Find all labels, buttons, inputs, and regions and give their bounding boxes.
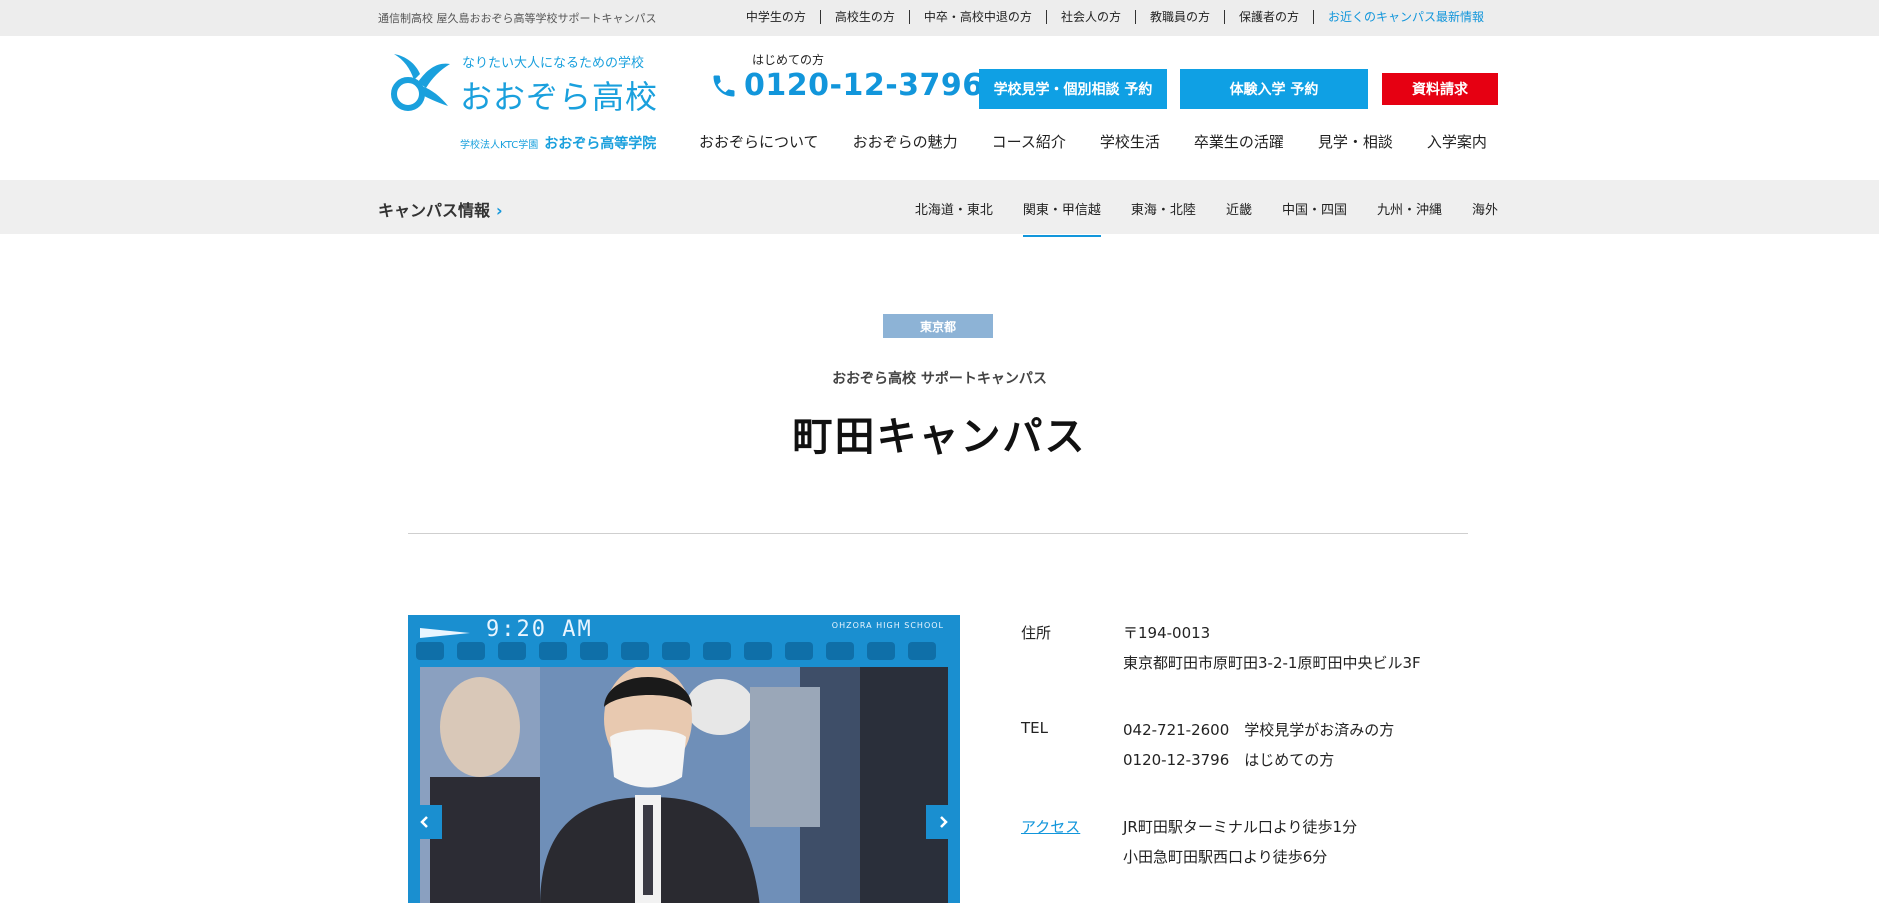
campus-info-link[interactable]: キャンパス情報 ›: [378, 197, 503, 221]
nav-graduates[interactable]: 卒業生の活躍: [1194, 131, 1284, 152]
link-junior-high[interactable]: 中学生の方: [732, 10, 820, 24]
phone-number: 0120-12-3796: [744, 68, 984, 103]
film-strip: [408, 642, 960, 664]
region-tabs: 北海道・東北 関東・甲信越 東海・北陸 近畿 中国・四国 九州・沖縄 海外: [885, 199, 1498, 237]
region-chugoku-shikoku[interactable]: 中国・四国: [1282, 199, 1347, 218]
link-high-school[interactable]: 高校生の方: [819, 10, 909, 24]
site-tagline: 通信制高校 屋久島おおぞら高等学校サポートキャンパス: [378, 12, 657, 25]
address-label: 住所: [1021, 624, 1052, 642]
tel-existing[interactable]: 042-721-2600 学校見学がお済みの方: [1123, 719, 1394, 740]
region-kyushu-okinawa[interactable]: 九州・沖縄: [1377, 199, 1442, 218]
classroom-photo: [420, 667, 948, 903]
request-documents-button[interactable]: 資料請求: [1382, 73, 1498, 105]
access-link[interactable]: アクセス: [1021, 816, 1080, 837]
site-header: [0, 36, 1879, 180]
chevron-right-icon: ›: [496, 201, 503, 220]
access-odakyu: 小田急町田駅西口より徒歩6分: [1123, 848, 1328, 866]
audience-links: 中学生の方 高校生の方 中卒・高校中退の方 社会人の方 教職員の方 保護者の方 …: [732, 10, 1498, 24]
region-kanto-koshinetsu[interactable]: 関東・甲信越: [1022, 199, 1101, 237]
section-divider: [408, 533, 1468, 534]
trial-reservation-button[interactable]: 体験入学 予約: [1180, 69, 1368, 109]
campus-info-bar: キャンパス情報 › 北海道・東北 関東・甲信越 東海・北陸 近畿 中国・四国 九州…: [0, 180, 1879, 237]
main-navigation: おおぞらについて おおぞらの魅力 コース紹介 学校生活 卒業生の活躍 見学・相談…: [699, 131, 1487, 152]
nav-visit-consult[interactable]: 見学・相談: [1318, 131, 1393, 152]
nav-school-life[interactable]: 学校生活: [1100, 131, 1160, 152]
page-title: 町田キャンパス: [792, 414, 1087, 460]
tel-first-time[interactable]: 0120-12-3796 はじめての方: [1123, 749, 1334, 770]
photo-clock: 9:20 AM: [486, 617, 593, 642]
logo-school: おおぞら高等学院: [544, 136, 657, 152]
logo-bird-icon[interactable]: [388, 50, 452, 112]
phone-number-link[interactable]: 0120-12-3796: [710, 68, 984, 103]
nav-about[interactable]: おおぞらについて: [699, 131, 819, 152]
flag-icon: [420, 628, 470, 638]
access-jr: JR町田駅ターミナル口より徒歩1分: [1123, 818, 1358, 836]
region-tokai-hokuriku[interactable]: 東海・北陸: [1131, 199, 1196, 218]
link-parent[interactable]: 保護者の方: [1223, 10, 1313, 24]
school-subtitle: おおぞら高校 サポートキャンパス: [832, 371, 1047, 387]
prefecture-badge: 東京都: [883, 314, 993, 338]
utility-bar: 通信制高校 屋久島おおぞら高等学校サポートキャンパス 中学生の方 高校生の方 中…: [0, 0, 1879, 36]
logo-corp: 学校法人KTC学園: [460, 140, 539, 151]
visit-reservation-button[interactable]: 学校見学・個別相談 予約: [979, 69, 1167, 109]
chevron-left-icon: [420, 816, 428, 828]
nav-appeal[interactable]: おおぞらの魅力: [853, 131, 958, 152]
tel-label: TEL: [1021, 719, 1048, 737]
postal-code: 〒194-0013: [1123, 624, 1211, 642]
logo-tagline: なりたい大人になるための学校: [462, 56, 645, 71]
slider-next-button[interactable]: [926, 805, 960, 839]
nav-admission[interactable]: 入学案内: [1427, 131, 1487, 152]
logo-name[interactable]: おおぞら高校: [460, 72, 658, 118]
phone-icon: [713, 75, 735, 96]
region-hokkaido-tohoku[interactable]: 北海道・東北: [915, 199, 993, 218]
link-nearby-campus[interactable]: お近くのキャンパス最新情報: [1312, 10, 1498, 24]
region-kinki[interactable]: 近畿: [1226, 199, 1252, 218]
nav-courses[interactable]: コース紹介: [992, 131, 1066, 152]
region-overseas[interactable]: 海外: [1472, 199, 1498, 218]
campus-info-title: キャンパス情報: [378, 201, 491, 220]
slider-prev-button[interactable]: [408, 805, 442, 839]
logo-subtitle: 学校法人KTC学園 おおぞら高等学院: [460, 133, 656, 153]
photo-brand: OHZORA HIGH SCHOOL: [831, 621, 944, 630]
campus-photo-slider: 9:20 AM OHZORA HIGH SCHOOL: [408, 615, 960, 903]
link-dropout[interactable]: 中卒・高校中退の方: [908, 10, 1046, 24]
link-teacher[interactable]: 教職員の方: [1134, 10, 1224, 24]
phone-lead: はじめての方: [752, 53, 825, 67]
address: 東京都町田市原町田3-2-1原町田中央ビル3F: [1123, 654, 1421, 672]
link-adult[interactable]: 社会人の方: [1045, 10, 1135, 24]
chevron-right-icon: [940, 816, 948, 828]
